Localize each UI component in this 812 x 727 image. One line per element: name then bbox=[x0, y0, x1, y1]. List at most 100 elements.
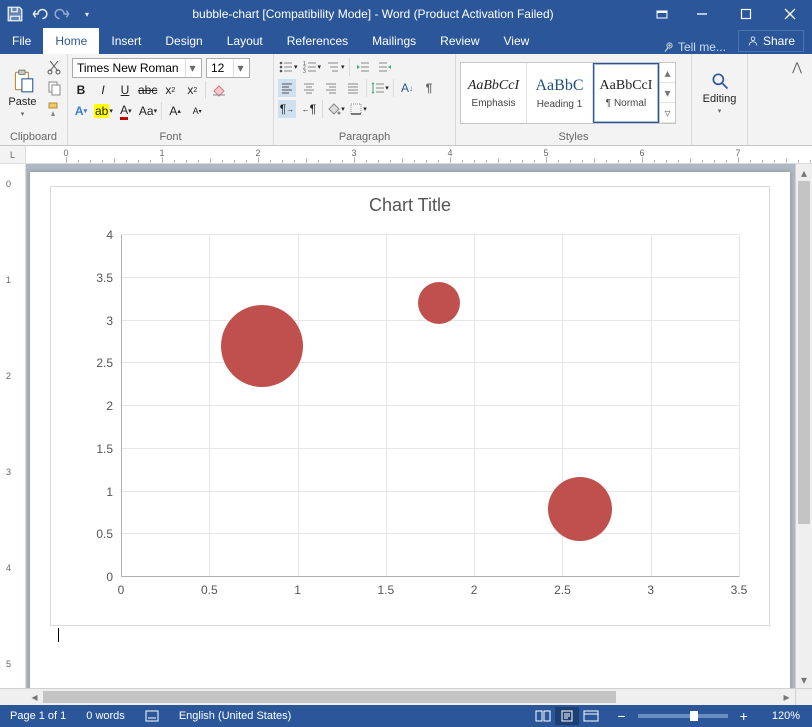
copy-button[interactable] bbox=[45, 79, 63, 97]
gallery-up-icon[interactable]: ▴ bbox=[660, 63, 675, 83]
scroll-right-icon[interactable]: ▸ bbox=[778, 689, 795, 705]
zoom-out-icon[interactable]: − bbox=[613, 708, 629, 724]
bold-button[interactable]: B bbox=[72, 81, 90, 99]
save-icon[interactable] bbox=[6, 5, 24, 23]
vertical-ruler[interactable]: 012345 bbox=[0, 164, 26, 688]
highlight-button[interactable]: ab▾ bbox=[94, 102, 113, 120]
shading-button[interactable]: ▾ bbox=[327, 100, 345, 118]
chevron-down-icon[interactable]: ▾ bbox=[233, 59, 247, 77]
multilevel-list-button[interactable]: ▾ bbox=[325, 58, 345, 76]
bubble-point[interactable] bbox=[221, 305, 303, 387]
web-layout-icon[interactable] bbox=[579, 707, 603, 725]
cut-button[interactable] bbox=[45, 58, 63, 76]
ribbon-display-options-icon[interactable] bbox=[644, 0, 680, 28]
read-mode-icon[interactable] bbox=[531, 707, 555, 725]
increase-indent-button[interactable] bbox=[376, 58, 394, 76]
scroll-left-icon[interactable]: ◂ bbox=[26, 689, 43, 705]
zoom-in-icon[interactable]: + bbox=[736, 708, 752, 724]
chart-title: Chart Title bbox=[51, 187, 769, 224]
align-center-button[interactable] bbox=[300, 79, 318, 97]
quick-access-toolbar: ▾ bbox=[0, 5, 102, 23]
share-button[interactable]: Share bbox=[738, 30, 804, 52]
borders-button[interactable]: ▾ bbox=[349, 100, 367, 118]
minimize-button[interactable] bbox=[680, 0, 724, 28]
style-emphasis[interactable]: AaBbCcI Emphasis bbox=[461, 63, 527, 123]
status-spellcheck-icon[interactable] bbox=[135, 709, 169, 723]
line-spacing-button[interactable]: ▾ bbox=[371, 79, 389, 97]
font-size-combo[interactable]: ▾ bbox=[206, 58, 250, 78]
vertical-scrollbar[interactable]: ▴ ▾ bbox=[795, 164, 812, 688]
y-tick-label: 0.5 bbox=[96, 527, 121, 541]
print-layout-icon[interactable] bbox=[555, 707, 579, 725]
style-preview: AaBbCcI bbox=[468, 78, 519, 94]
format-painter-button[interactable] bbox=[45, 100, 63, 118]
tab-layout[interactable]: Layout bbox=[215, 28, 275, 54]
undo-icon[interactable] bbox=[30, 5, 48, 23]
zoom-level[interactable]: 120% bbox=[762, 710, 812, 722]
tab-file[interactable]: File bbox=[0, 28, 43, 54]
italic-button[interactable]: I bbox=[94, 81, 112, 99]
tab-references[interactable]: References bbox=[275, 28, 360, 54]
align-right-button[interactable] bbox=[322, 79, 340, 97]
bubble-point[interactable] bbox=[548, 477, 612, 541]
align-left-button[interactable] bbox=[278, 79, 296, 97]
strikethrough-button[interactable]: abc bbox=[138, 81, 157, 99]
bubble-point[interactable] bbox=[418, 282, 460, 324]
scroll-down-icon[interactable]: ▾ bbox=[796, 671, 812, 688]
change-case-button[interactable]: Aa▾ bbox=[139, 102, 157, 120]
qat-customize-icon[interactable]: ▾ bbox=[78, 5, 96, 23]
zoom-slider[interactable] bbox=[638, 714, 728, 718]
tab-review[interactable]: Review bbox=[428, 28, 491, 54]
style-normal[interactable]: AaBbCcI ¶ Normal bbox=[593, 63, 659, 123]
status-page[interactable]: Page 1 of 1 bbox=[0, 710, 76, 722]
chevron-down-icon[interactable]: ▾ bbox=[185, 59, 199, 77]
y-tick-label: 2.5 bbox=[96, 356, 121, 370]
underline-button[interactable]: U bbox=[116, 81, 134, 99]
sort-button[interactable]: A↓ bbox=[398, 79, 416, 97]
redo-icon[interactable] bbox=[54, 5, 72, 23]
subscript-button[interactable]: x2 bbox=[161, 81, 179, 99]
tab-view[interactable]: View bbox=[492, 28, 542, 54]
maximize-button[interactable] bbox=[724, 0, 768, 28]
close-button[interactable] bbox=[768, 0, 812, 28]
gallery-more-icon[interactable]: ▿ bbox=[660, 103, 675, 123]
tab-insert[interactable]: Insert bbox=[99, 28, 153, 54]
zoom-thumb[interactable] bbox=[690, 711, 698, 721]
tab-design[interactable]: Design bbox=[153, 28, 214, 54]
horizontal-ruler[interactable]: 01234567 bbox=[26, 146, 812, 164]
tab-selector[interactable]: L bbox=[0, 146, 26, 164]
group-font: ▾ ▾ B I U abc x2 x2 A▾ ab▾ A▾ Aa▾ A▴ A▾ bbox=[68, 54, 274, 145]
editing-button[interactable]: Editing ▾ bbox=[699, 56, 741, 130]
grow-font-button[interactable]: A▴ bbox=[166, 102, 184, 120]
tab-home[interactable]: Home bbox=[43, 28, 99, 54]
numbering-button[interactable]: 123▾ bbox=[302, 58, 322, 76]
style-heading1[interactable]: AaBbC Heading 1 bbox=[527, 63, 593, 123]
paste-button[interactable]: Paste ▾ bbox=[4, 56, 41, 130]
document-canvas[interactable]: Chart Title 00.511.522.533.5400.511.522.… bbox=[26, 164, 795, 688]
status-words[interactable]: 0 words bbox=[76, 710, 135, 722]
gallery-down-icon[interactable]: ▾ bbox=[660, 83, 675, 103]
text-effects-button[interactable]: A▾ bbox=[72, 102, 90, 120]
group-editing: Editing ▾ bbox=[692, 54, 748, 145]
scroll-up-icon[interactable]: ▴ bbox=[796, 164, 812, 181]
clear-formatting-button[interactable] bbox=[210, 81, 228, 99]
shrink-font-button[interactable]: A▾ bbox=[188, 102, 206, 120]
font-color-button[interactable]: A▾ bbox=[117, 102, 135, 120]
superscript-button[interactable]: x2 bbox=[183, 81, 201, 99]
collapse-ribbon-icon[interactable]: ⋀ bbox=[788, 58, 806, 76]
ltr-button[interactable]: ¶→ bbox=[278, 100, 296, 118]
show-hide-button[interactable]: ¶ bbox=[420, 79, 438, 97]
window-controls bbox=[644, 0, 812, 28]
font-name-input[interactable] bbox=[73, 59, 185, 77]
font-size-input[interactable] bbox=[207, 59, 233, 77]
tab-mailings[interactable]: Mailings bbox=[360, 28, 428, 54]
tell-me-search[interactable]: Tell me... bbox=[652, 40, 736, 54]
justify-button[interactable] bbox=[344, 79, 362, 97]
bullets-button[interactable]: ▾ bbox=[278, 58, 298, 76]
status-language[interactable]: English (United States) bbox=[169, 710, 302, 722]
font-name-combo[interactable]: ▾ bbox=[72, 58, 202, 78]
horizontal-scrollbar[interactable]: ◂ ▸ bbox=[26, 688, 795, 705]
chart-object[interactable]: Chart Title 00.511.522.533.5400.511.522.… bbox=[50, 186, 770, 626]
rtl-button[interactable]: ←¶ bbox=[300, 100, 318, 118]
decrease-indent-button[interactable] bbox=[354, 58, 372, 76]
